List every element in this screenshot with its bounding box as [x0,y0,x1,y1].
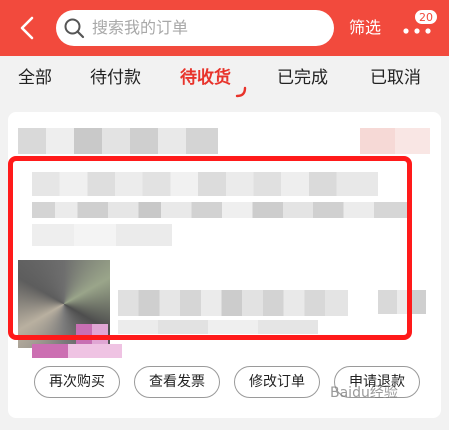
search-placeholder: 搜索我的订单 [92,18,189,37]
tab-completed[interactable]: 已完成 [277,66,328,90]
order-total-blurred [32,344,122,358]
modify-order-button[interactable]: 修改订单 [234,366,320,398]
filter-button[interactable]: 筛选 [349,17,381,39]
back-arrow-icon[interactable] [12,12,44,44]
notification-badge: 20 [414,9,438,25]
shop-name-blurred [18,128,218,154]
view-invoice-button[interactable]: 查看发票 [134,366,220,398]
more-dots-icon [403,28,431,34]
top-bar: 搜索我的订单 筛选 20 [0,0,449,56]
active-tab-indicator [235,86,247,98]
order-status-tabs: 全部 待付款 待收货 已完成 已取消 [0,56,449,102]
tab-pending-payment[interactable]: 待付款 [90,66,141,90]
order-list-screen: 搜索我的订单 筛选 20 全部 待付款 待收货 已完成 已取消 再次购买 查看发… [0,0,449,430]
order-status-blurred [360,128,430,154]
search-icon [64,18,85,39]
search-input[interactable]: 搜索我的订单 [56,10,334,46]
buy-again-button[interactable]: 再次购买 [34,366,120,398]
watermark: Baidu经验 [330,385,398,401]
tab-cancelled[interactable]: 已取消 [370,66,421,90]
tab-pending-receipt[interactable]: 待收货 [180,66,231,90]
tab-all[interactable]: 全部 [18,66,52,90]
highlight-annotation-box [8,156,412,340]
